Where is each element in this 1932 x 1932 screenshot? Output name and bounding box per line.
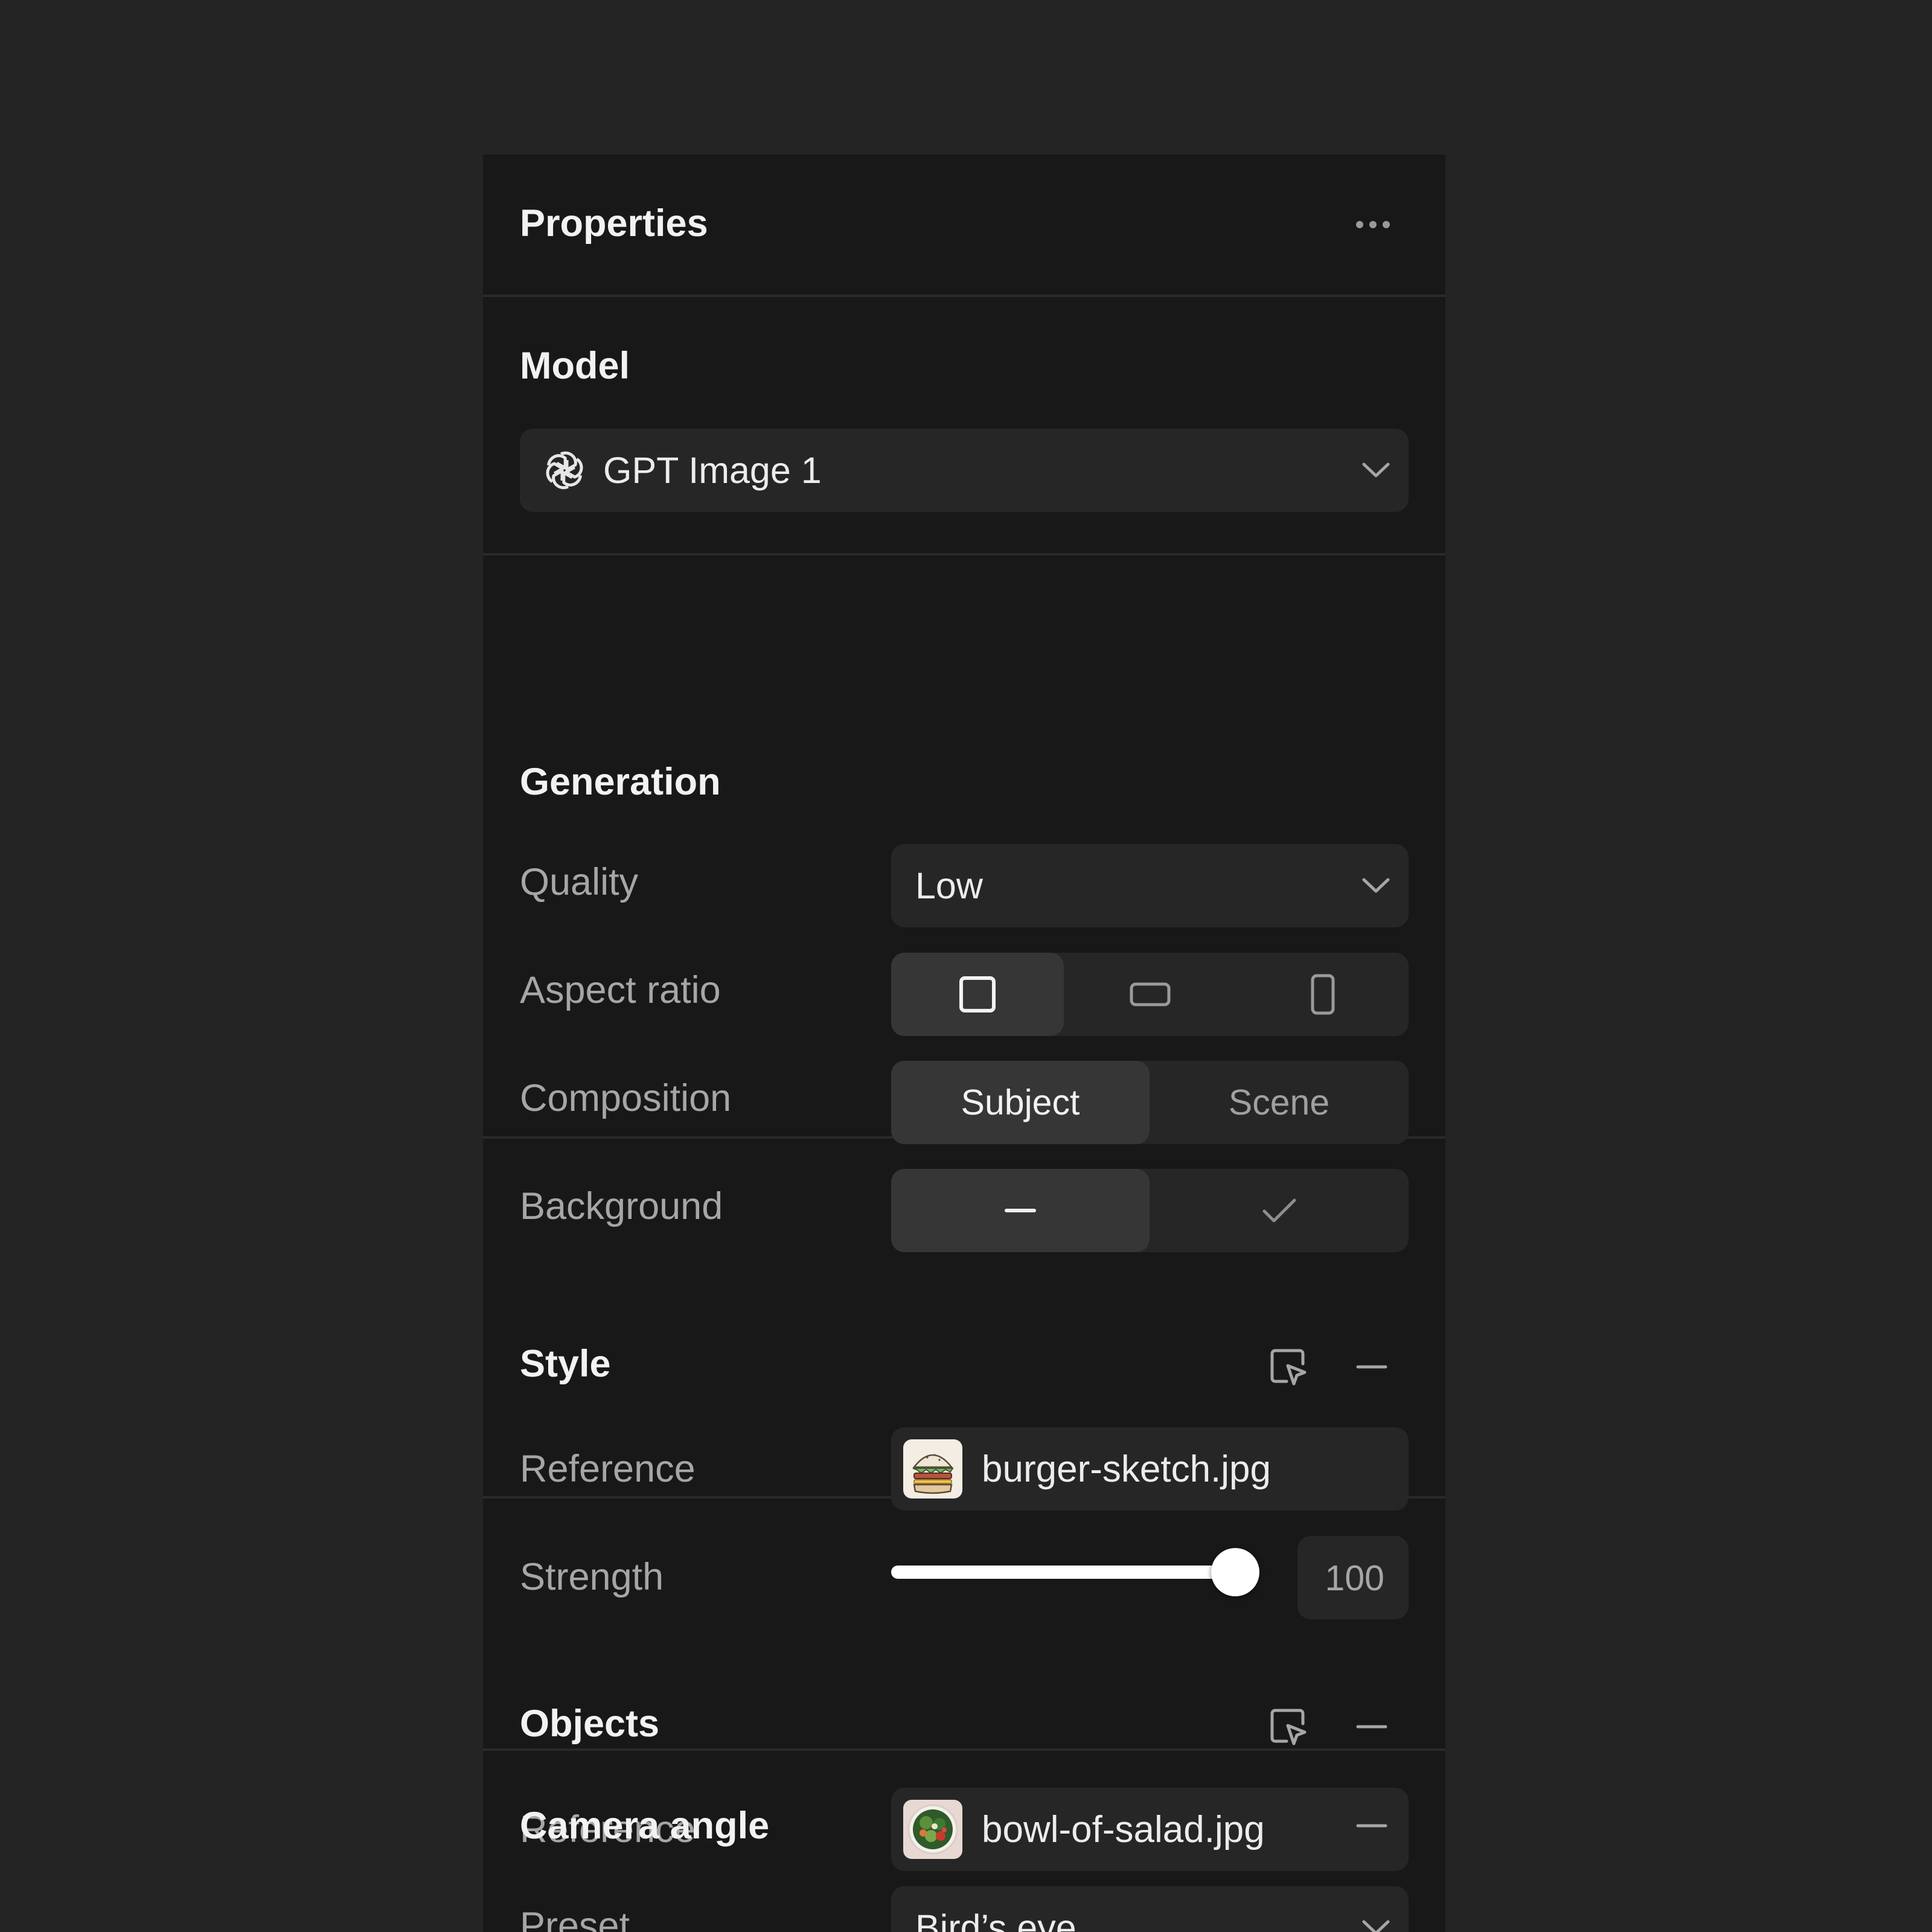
subject-label: Subject [961,1083,1080,1122]
composition-subject-option[interactable]: Subject [891,1061,1150,1144]
model-section: Model GPT Image 1 [483,297,1445,555]
select-pointer-icon [1270,1709,1307,1745]
more-dots-icon [1356,221,1363,228]
chevron-down-icon [1362,1920,1390,1932]
composition-scene-option[interactable]: Scene [1150,1061,1409,1144]
openai-logo-icon [546,451,583,490]
chevron-down-icon [1362,462,1390,478]
model-select[interactable]: GPT Image 1 [520,429,1409,512]
aspect-landscape-option[interactable] [1064,953,1236,1036]
landscape-icon [1130,982,1171,1006]
more-options-button[interactable] [1350,213,1396,237]
model-select-value: GPT Image 1 [603,450,822,491]
square-icon [959,976,996,1012]
style-reference-label: Reference [520,1448,696,1490]
aspect-square-option[interactable] [891,953,1064,1036]
aspect-ratio-toggle [891,953,1409,1036]
preset-label: Preset [520,1905,630,1932]
panel-header: Properties [483,155,1445,297]
model-section-title: Model [520,345,630,387]
composition-toggle: Subject Scene [891,1061,1409,1144]
style-section-title: Style [520,1343,611,1385]
aspect-portrait-option[interactable] [1236,953,1409,1036]
style-reference-filename: burger-sketch.jpg [982,1448,1271,1490]
panel-title: Properties [520,202,708,245]
properties-panel: Properties Model GPT Image 1 Generation … [483,155,1445,1932]
select-pointer-icon [1270,1349,1307,1386]
camera-angle-area: Camera angle Preset Bird’s eye [483,1751,1445,1932]
objects-pick-button[interactable] [1264,1703,1313,1751]
style-remove-button[interactable] [1348,1343,1396,1391]
preset-select[interactable]: Bird’s eye [891,1886,1409,1932]
camera-angle-collapse-button[interactable] [1348,1802,1396,1850]
chevron-down-icon [1362,878,1390,893]
quality-select[interactable]: Low [891,844,1409,927]
objects-section-title: Objects [520,1703,660,1745]
style-pick-button[interactable] [1264,1343,1313,1391]
quality-select-value: Low [915,865,983,906]
quality-label: Quality [520,861,639,903]
composition-label: Composition [520,1077,732,1119]
scene-label: Scene [1228,1083,1330,1122]
minus-icon [1356,1725,1387,1729]
minus-icon [1356,1365,1387,1369]
preset-select-value: Bird’s eye [915,1907,1076,1932]
burger-sketch-thumbnail [903,1439,962,1499]
objects-remove-button[interactable] [1348,1703,1396,1751]
aspect-ratio-label: Aspect ratio [520,969,721,1011]
portrait-icon [1311,974,1334,1015]
minus-icon [1356,1824,1387,1828]
generation-section-title: Generation [520,761,721,803]
camera-angle-title: Camera angle [520,1805,770,1847]
